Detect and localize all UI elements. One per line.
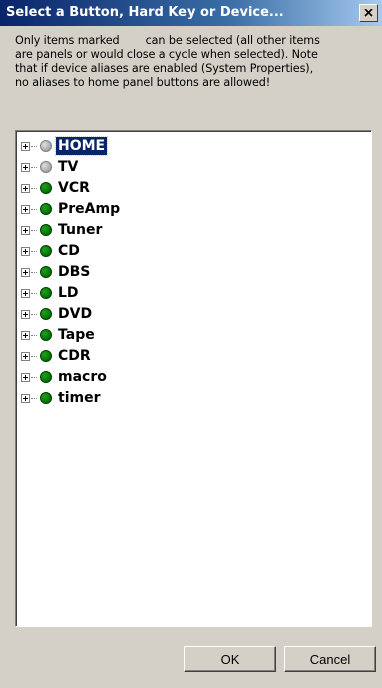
tree-item-label[interactable]: DVD: [56, 305, 94, 323]
expand-plus-icon[interactable]: [21, 268, 30, 277]
instruction-line-1a: Only items marked: [15, 34, 120, 47]
expand-plus-icon[interactable]: [21, 394, 30, 403]
tree-item-label[interactable]: macro: [56, 368, 109, 386]
tree-item[interactable]: Tape: [16, 325, 266, 345]
tree-item-label[interactable]: Tuner: [56, 221, 104, 239]
tree-item[interactable]: HOME: [16, 136, 266, 156]
expand-plus-icon[interactable]: [21, 289, 30, 298]
tree-connector: [31, 251, 37, 253]
expand-plus-icon[interactable]: [21, 226, 30, 235]
tree-item[interactable]: DVD: [16, 304, 266, 324]
tree-item-label[interactable]: CD: [56, 242, 82, 260]
expand-plus-icon[interactable]: [21, 373, 30, 382]
expand-plus-icon[interactable]: [21, 142, 30, 151]
ok-button[interactable]: OK: [184, 646, 276, 672]
green-status-icon: [40, 182, 52, 194]
tree-connector: [31, 356, 37, 358]
green-status-icon: [40, 287, 52, 299]
tree-item-label[interactable]: VCR: [56, 179, 92, 197]
tree-item-label[interactable]: CDR: [56, 347, 93, 365]
tree-connector: [31, 188, 37, 190]
tree-connector: [31, 314, 37, 316]
green-status-icon: [40, 203, 52, 215]
tree-item[interactable]: TV: [16, 157, 266, 177]
tree-connector: [31, 209, 37, 211]
green-status-icon: [40, 371, 52, 383]
green-status-icon: [40, 392, 52, 404]
tree-item[interactable]: LD: [16, 283, 266, 303]
expand-plus-icon[interactable]: [21, 205, 30, 214]
tree-item[interactable]: DBS: [16, 262, 266, 282]
device-tree[interactable]: HOME TV VCR PreAmp Tuner CD DBS LD DVD Tape CDR mac…: [15, 130, 372, 627]
cancel-button[interactable]: Cancel: [284, 646, 376, 672]
close-icon: [364, 9, 373, 17]
tree-connector: [31, 398, 37, 400]
expand-plus-icon[interactable]: [21, 310, 30, 319]
tree-connector: [31, 167, 37, 169]
title-bar[interactable]: Select a Button, Hard Key or Device...: [0, 0, 382, 26]
green-status-icon: [40, 266, 52, 278]
tree-item-label[interactable]: PreAmp: [56, 200, 122, 218]
tree-item[interactable]: macro: [16, 367, 266, 387]
tree-item[interactable]: timer: [16, 388, 266, 408]
close-button[interactable]: [359, 4, 378, 22]
instruction-text: Only items marked can be selected (all ot…: [15, 34, 365, 90]
instruction-line-1b: can be selected (all other items: [145, 34, 320, 47]
tree-item-label[interactable]: DBS: [56, 263, 92, 281]
tree-connector: [31, 377, 37, 379]
tree-item-label[interactable]: timer: [56, 389, 102, 407]
tree-connector: [31, 230, 37, 232]
tree-connector: [31, 272, 37, 274]
expand-plus-icon[interactable]: [21, 331, 30, 340]
green-status-icon: [40, 350, 52, 362]
gray-status-icon: [40, 140, 52, 152]
tree-connector: [31, 335, 37, 337]
instruction-line-2: are panels or would close a cycle when s…: [15, 48, 318, 61]
tree-item-label[interactable]: LD: [56, 284, 81, 302]
tree-item-label[interactable]: TV: [56, 158, 80, 176]
tree-connector: [31, 293, 37, 295]
tree-item[interactable]: Tuner: [16, 220, 266, 240]
instruction-line-3: that if device aliases are enabled (Syst…: [15, 62, 314, 75]
expand-plus-icon[interactable]: [21, 184, 30, 193]
tree-item-label[interactable]: HOME: [54, 136, 109, 156]
green-status-icon: [40, 245, 52, 257]
dialog-window: Select a Button, Hard Key or Device... O…: [0, 0, 382, 688]
tree-item[interactable]: PreAmp: [16, 199, 266, 219]
gray-status-icon: [40, 161, 52, 173]
tree-item-label[interactable]: Tape: [56, 326, 97, 344]
green-status-icon: [40, 308, 52, 320]
expand-plus-icon[interactable]: [21, 352, 30, 361]
tree-item[interactable]: CD: [16, 241, 266, 261]
tree-item[interactable]: VCR: [16, 178, 266, 198]
green-status-icon: [40, 329, 52, 341]
green-status-icon: [40, 224, 52, 236]
expand-plus-icon[interactable]: [21, 163, 30, 172]
tree-item[interactable]: CDR: [16, 346, 266, 366]
window-title: Select a Button, Hard Key or Device...: [6, 5, 284, 20]
instruction-line-4: no aliases to home panel buttons are all…: [15, 76, 271, 89]
expand-plus-icon[interactable]: [21, 247, 30, 256]
tree-connector: [31, 146, 37, 148]
